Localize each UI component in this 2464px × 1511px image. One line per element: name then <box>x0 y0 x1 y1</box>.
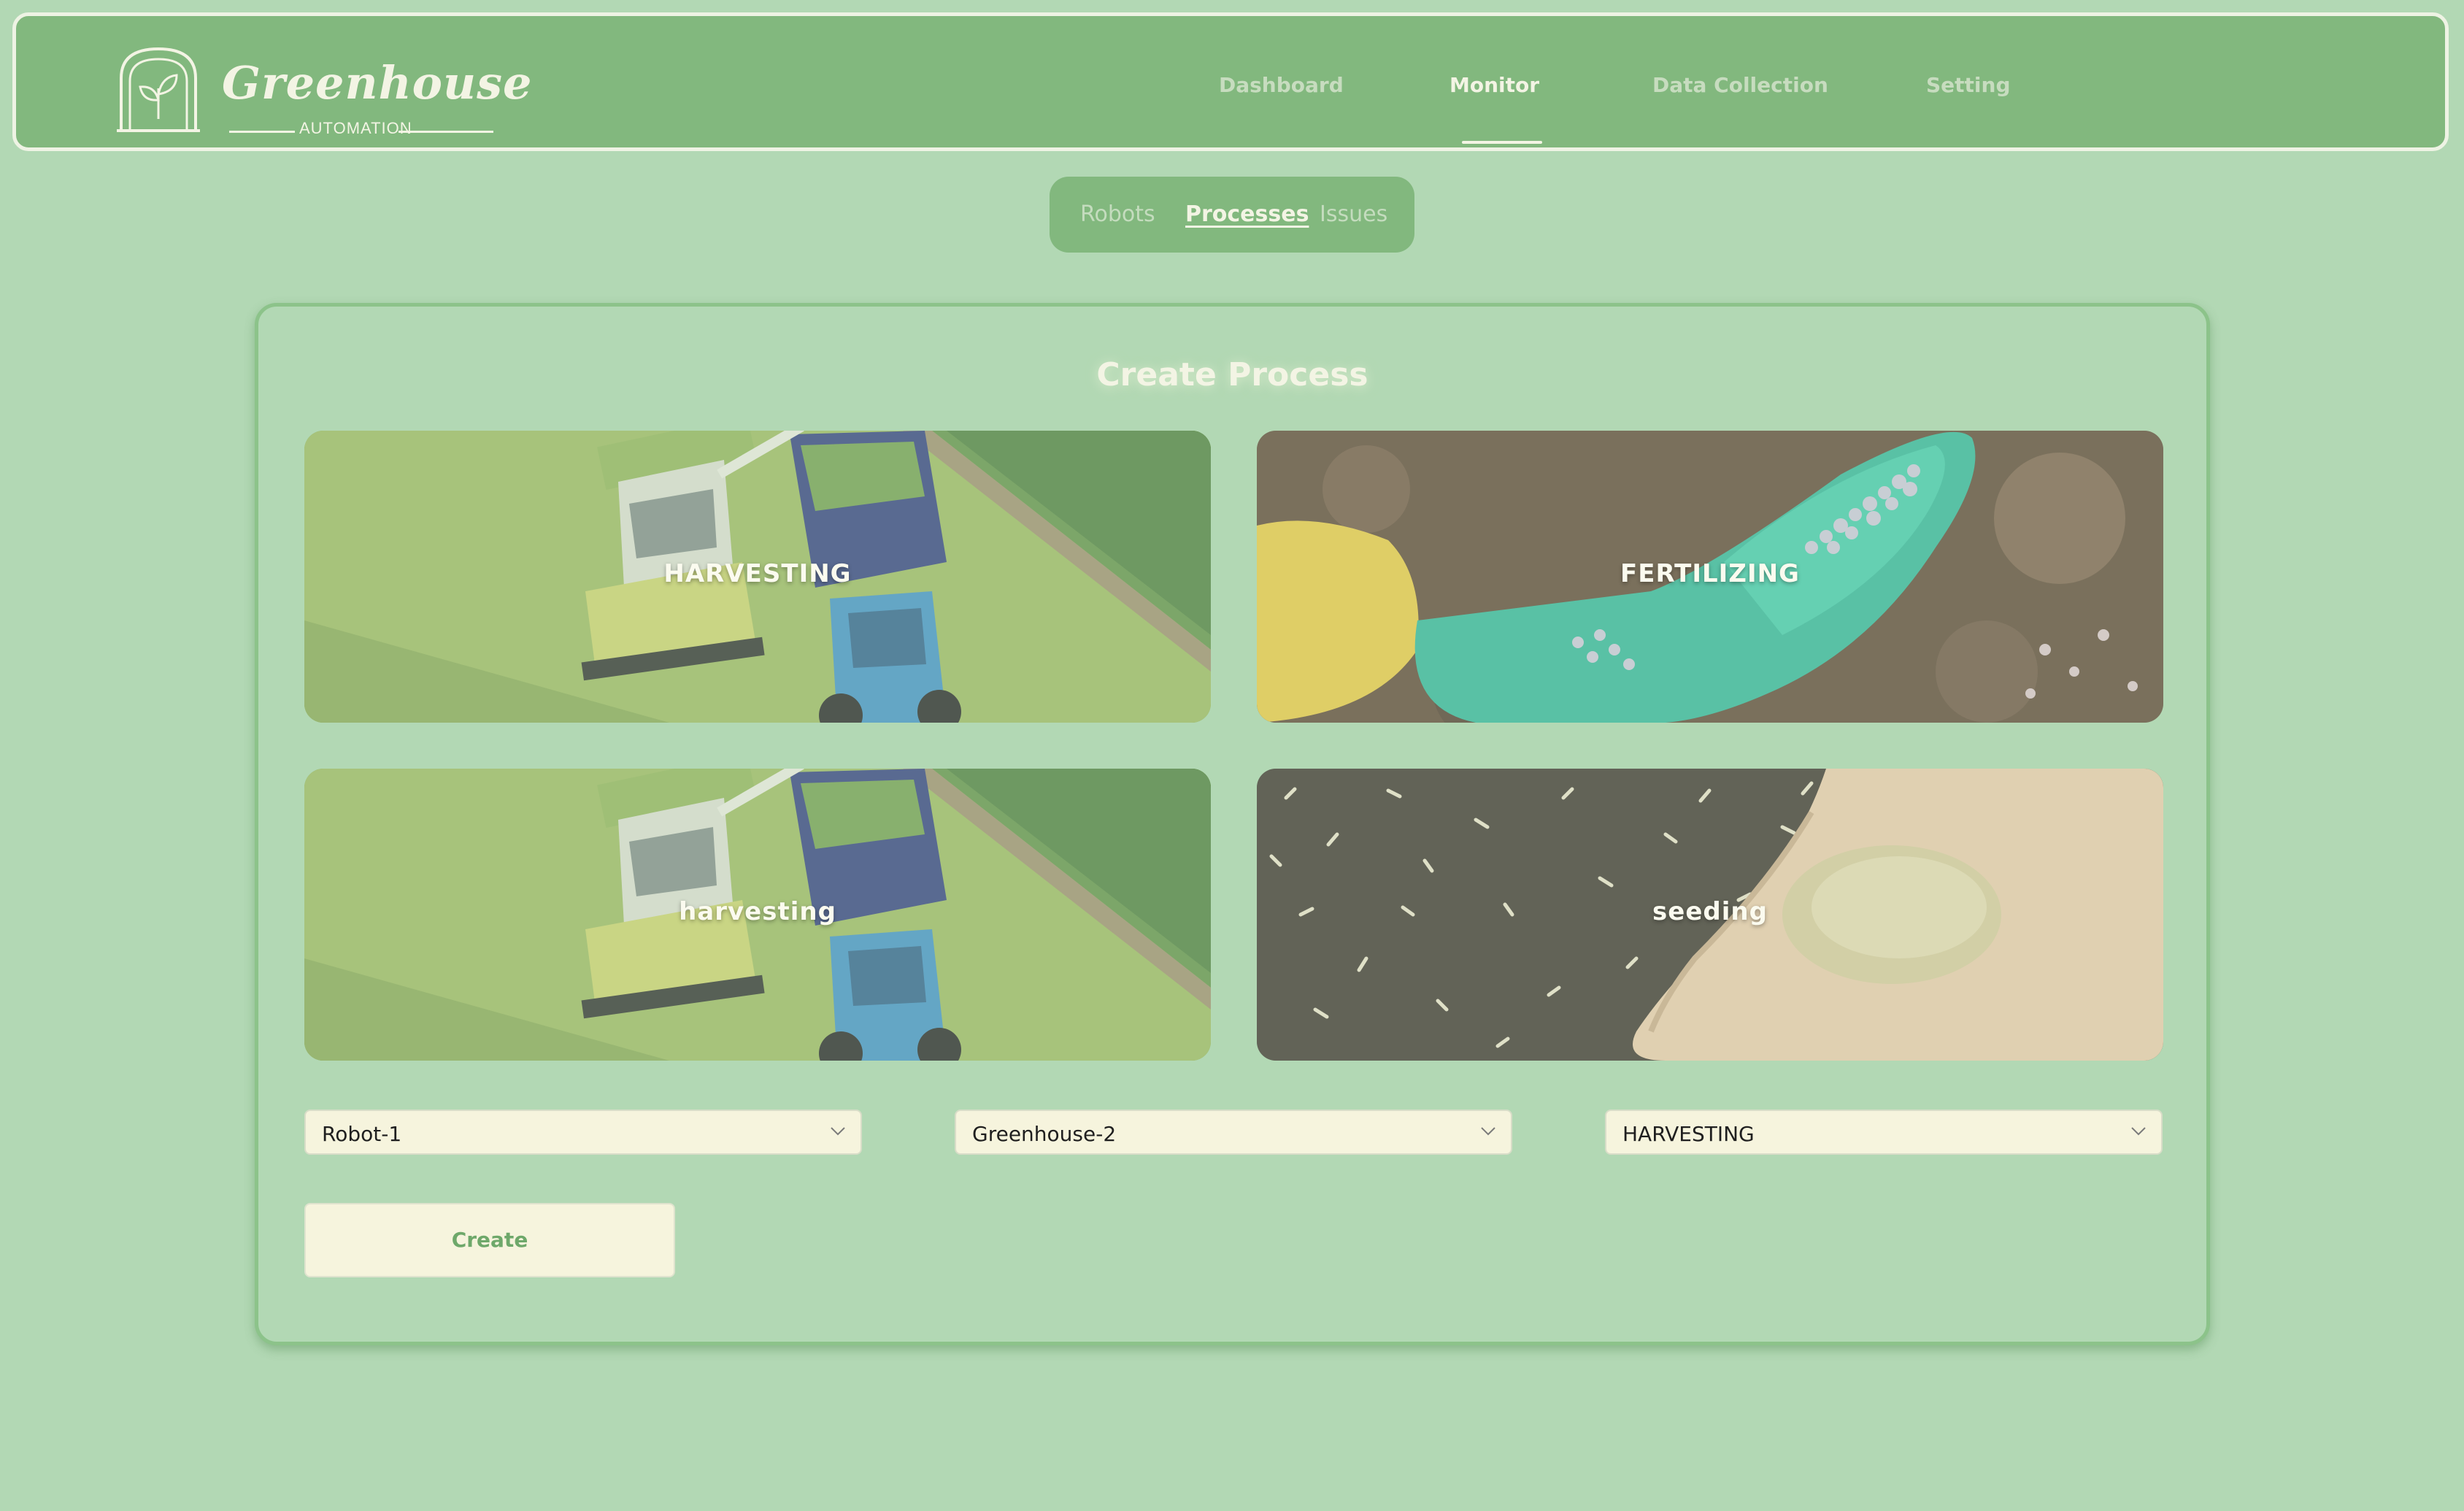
tile-label: FERTILIZING <box>1620 559 1800 588</box>
brand-logo[interactable]: Greenhouse AUTOMATION <box>114 43 531 138</box>
process-tile-harvesting-upper[interactable]: HARVESTING <box>304 431 1211 723</box>
brand-subtitle: AUTOMATION <box>299 119 412 137</box>
process-tile-seeding[interactable]: seeding <box>1257 769 2163 1061</box>
card-title: Create Process <box>1096 356 1368 393</box>
nav-setting[interactable]: Setting <box>1926 73 2011 97</box>
greenhouse-select[interactable]: Greenhouse-2 <box>955 1110 1512 1155</box>
greenhouse-sprout-icon <box>117 47 200 132</box>
robot-select[interactable]: Robot-1 <box>304 1110 862 1155</box>
robot-select-value: Robot-1 <box>322 1122 402 1146</box>
create-process-card: Create Process HARVESTING FERTILIZING ha… <box>255 303 2210 1345</box>
chevron-down-icon <box>831 1127 845 1136</box>
top-navbar: Greenhouse AUTOMATION Dashboard Monitor … <box>12 12 2449 151</box>
create-button[interactable]: Create <box>304 1203 675 1277</box>
nav-active-underline <box>1462 141 1542 144</box>
process-type-select[interactable]: HARVESTING <box>1605 1110 2163 1155</box>
chevron-down-icon <box>2131 1127 2146 1136</box>
greenhouse-select-value: Greenhouse-2 <box>972 1122 1117 1146</box>
chevron-down-icon <box>1481 1127 1495 1136</box>
monitor-subtabs: Robots Processes Issues <box>1050 177 1414 253</box>
brand-divider-left <box>229 131 295 133</box>
process-type-select-value: HARVESTING <box>1622 1122 1755 1146</box>
tab-robots[interactable]: Robots <box>1080 201 1155 227</box>
tab-issues[interactable]: Issues <box>1320 201 1387 227</box>
nav-monitor[interactable]: Monitor <box>1449 73 1539 97</box>
tile-label: harvesting <box>679 897 836 926</box>
nav-dashboard[interactable]: Dashboard <box>1219 73 1344 97</box>
nav-data-collection[interactable]: Data Collection <box>1652 73 1828 97</box>
tile-label: seeding <box>1652 897 1768 926</box>
tile-label: HARVESTING <box>663 559 852 588</box>
brand-divider-right <box>399 131 493 133</box>
process-tile-fertilizing[interactable]: FERTILIZING <box>1257 431 2163 723</box>
brand-name: Greenhouse <box>222 56 533 109</box>
tab-processes[interactable]: Processes <box>1185 201 1309 227</box>
process-tile-harvesting-lower[interactable]: harvesting <box>304 769 1211 1061</box>
